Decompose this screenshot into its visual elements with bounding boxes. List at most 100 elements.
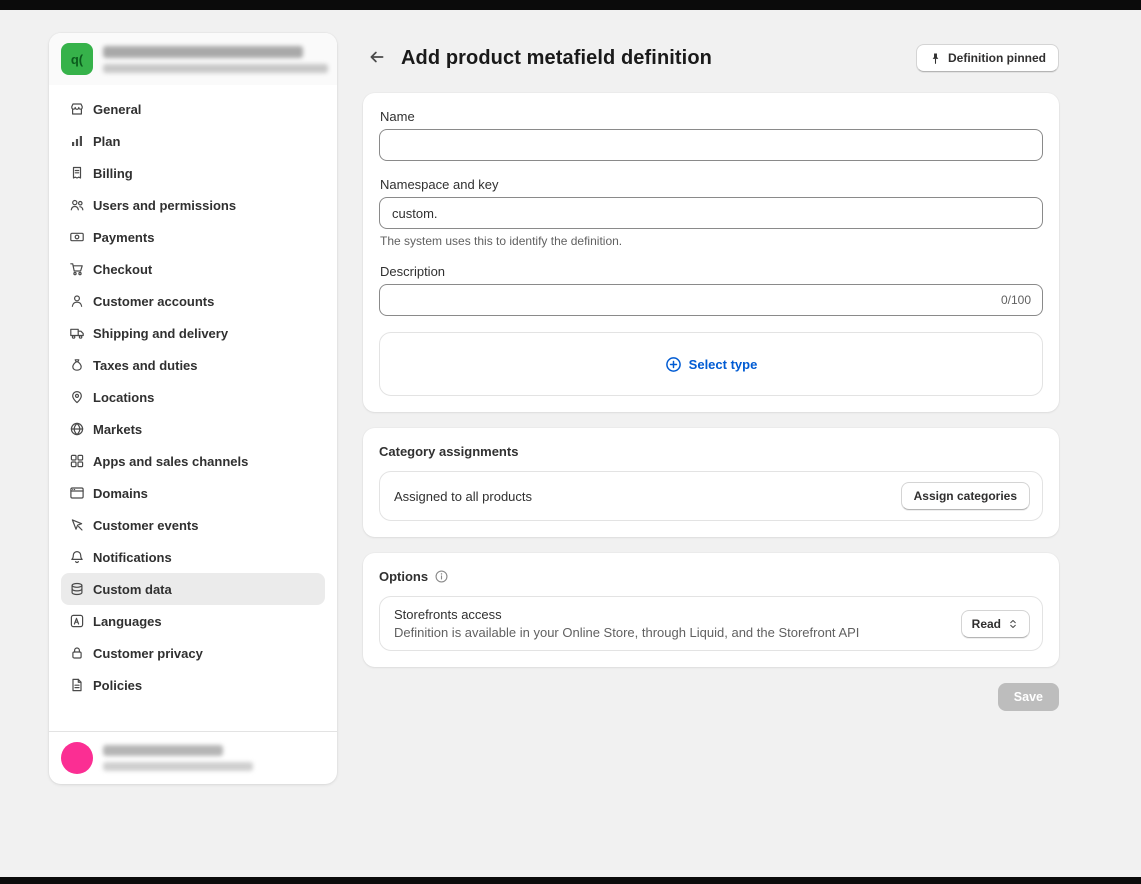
definition-form-card: Name Namespace and key The system uses t…: [363, 93, 1059, 412]
sidebar-item-plan[interactable]: Plan: [61, 125, 325, 157]
category-assignment-row: Assigned to all products Assign categori…: [379, 471, 1043, 521]
sidebar-item-label: Plan: [93, 134, 120, 149]
redacted-store-url: [103, 64, 328, 73]
browser-icon: [69, 485, 85, 501]
sidebar-item-label: Locations: [93, 390, 154, 405]
sidebar-item-label: Policies: [93, 678, 142, 693]
save-row: Save: [363, 683, 1059, 711]
sidebar-item-label: Markets: [93, 422, 142, 437]
sidebar-item-domains[interactable]: Domains: [61, 477, 325, 509]
storefronts-access-title: Storefronts access: [394, 607, 859, 622]
sidebar-item-label: Payments: [93, 230, 154, 245]
namespace-label: Namespace and key: [380, 177, 1043, 192]
top-black-bar: [0, 0, 1141, 10]
main-content: Add product metafield definition Definit…: [363, 40, 1059, 711]
redacted-user-info: [103, 745, 325, 771]
sidebar-item-policies[interactable]: Policies: [61, 669, 325, 701]
user-avatar: [61, 742, 93, 774]
info-icon: [434, 569, 449, 584]
page-header: Add product metafield definition Definit…: [363, 40, 1059, 76]
redacted-user-name: [103, 745, 223, 756]
sidebar-item-label: Checkout: [93, 262, 152, 277]
sidebar-item-label: Custom data: [93, 582, 172, 597]
sidebar-item-apps-sales-channels[interactable]: Apps and sales channels: [61, 445, 325, 477]
sidebar-item-customer-accounts[interactable]: Customer accounts: [61, 285, 325, 317]
pin-icon: [929, 52, 942, 65]
sidebar-item-billing[interactable]: Billing: [61, 157, 325, 189]
options-card-title: Options: [379, 569, 428, 584]
sidebar-item-markets[interactable]: Markets: [61, 413, 325, 445]
sidebar-item-label: Taxes and duties: [93, 358, 198, 373]
namespace-input[interactable]: [379, 197, 1043, 229]
name-label: Name: [380, 109, 1043, 124]
document-icon: [69, 677, 85, 693]
redacted-store-info: [103, 46, 328, 73]
sidebar-item-general[interactable]: General: [61, 93, 325, 125]
select-type-label: Select type: [689, 357, 758, 372]
location-pin-icon: [69, 389, 85, 405]
store-header: q(: [49, 33, 337, 85]
name-field-group: Name: [379, 109, 1043, 161]
settings-nav-list: General Plan Billing Users and permissio…: [49, 85, 337, 731]
select-type-box: Select type: [379, 332, 1043, 396]
assign-categories-button[interactable]: Assign categories: [901, 482, 1030, 510]
sidebar-item-label: Shipping and delivery: [93, 326, 228, 341]
sidebar-item-shipping-delivery[interactable]: Shipping and delivery: [61, 317, 325, 349]
apps-grid-icon: [69, 453, 85, 469]
sidebar-item-languages[interactable]: Languages: [61, 605, 325, 637]
back-button[interactable]: [363, 44, 391, 72]
sidebar-item-locations[interactable]: Locations: [61, 381, 325, 413]
namespace-field-group: Namespace and key The system uses this t…: [379, 177, 1043, 248]
sidebar-item-label: Customer events: [93, 518, 198, 533]
category-card-title: Category assignments: [379, 444, 518, 459]
select-type-button[interactable]: Select type: [659, 355, 764, 374]
money-bag-icon: [69, 357, 85, 373]
select-value: Read: [972, 617, 1001, 631]
storefronts-access-row: Storefronts access Definition is availab…: [379, 596, 1043, 651]
description-input[interactable]: [379, 284, 1043, 316]
redacted-user-email: [103, 762, 253, 771]
namespace-help-text: The system uses this to identify the def…: [380, 234, 1043, 248]
definition-pinned-button[interactable]: Definition pinned: [916, 44, 1059, 72]
users-icon: [69, 197, 85, 213]
page-title: Add product metafield definition: [401, 47, 712, 70]
sidebar-item-label: Billing: [93, 166, 133, 181]
sidebar-item-label: Apps and sales channels: [93, 454, 248, 469]
sidebar-item-notifications[interactable]: Notifications: [61, 541, 325, 573]
person-icon: [69, 293, 85, 309]
plus-circle-icon: [665, 356, 682, 373]
description-label: Description: [380, 264, 1043, 279]
sidebar-item-customer-events[interactable]: Customer events: [61, 509, 325, 541]
options-card: Options Storefronts access Definition is…: [363, 553, 1059, 667]
sidebar-item-users-permissions[interactable]: Users and permissions: [61, 189, 325, 221]
category-assignments-card: Category assignments Assigned to all pro…: [363, 428, 1059, 537]
truck-icon: [69, 325, 85, 341]
settings-sidebar: q( General Plan Billing Users and permis…: [49, 33, 337, 784]
sidebar-item-payments[interactable]: Payments: [61, 221, 325, 253]
redacted-store-name: [103, 46, 303, 58]
sidebar-item-label: Domains: [93, 486, 148, 501]
sidebar-item-label: Customer accounts: [93, 294, 214, 309]
description-field-group: Description 0/100: [379, 264, 1043, 316]
sidebar-item-checkout[interactable]: Checkout: [61, 253, 325, 285]
assigned-products-text: Assigned to all products: [394, 489, 532, 504]
name-input[interactable]: [379, 129, 1043, 161]
sidebar-item-label: Notifications: [93, 550, 172, 565]
bottom-black-bar: [0, 877, 1141, 884]
sidebar-item-taxes-duties[interactable]: Taxes and duties: [61, 349, 325, 381]
globe-icon: [69, 421, 85, 437]
pinned-button-label: Definition pinned: [948, 51, 1046, 65]
plan-chart-icon: [69, 133, 85, 149]
store-icon: [69, 101, 85, 117]
cursor-icon: [69, 517, 85, 533]
save-button[interactable]: Save: [998, 683, 1059, 711]
storefronts-access-select[interactable]: Read: [961, 610, 1030, 638]
chevron-up-down-icon: [1007, 618, 1019, 630]
sidebar-item-custom-data[interactable]: Custom data: [61, 573, 325, 605]
lock-icon: [69, 645, 85, 661]
sidebar-item-customer-privacy[interactable]: Customer privacy: [61, 637, 325, 669]
store-avatar: q(: [61, 43, 93, 75]
sidebar-item-label: Users and permissions: [93, 198, 236, 213]
translate-icon: [69, 613, 85, 629]
user-footer: [49, 731, 337, 784]
